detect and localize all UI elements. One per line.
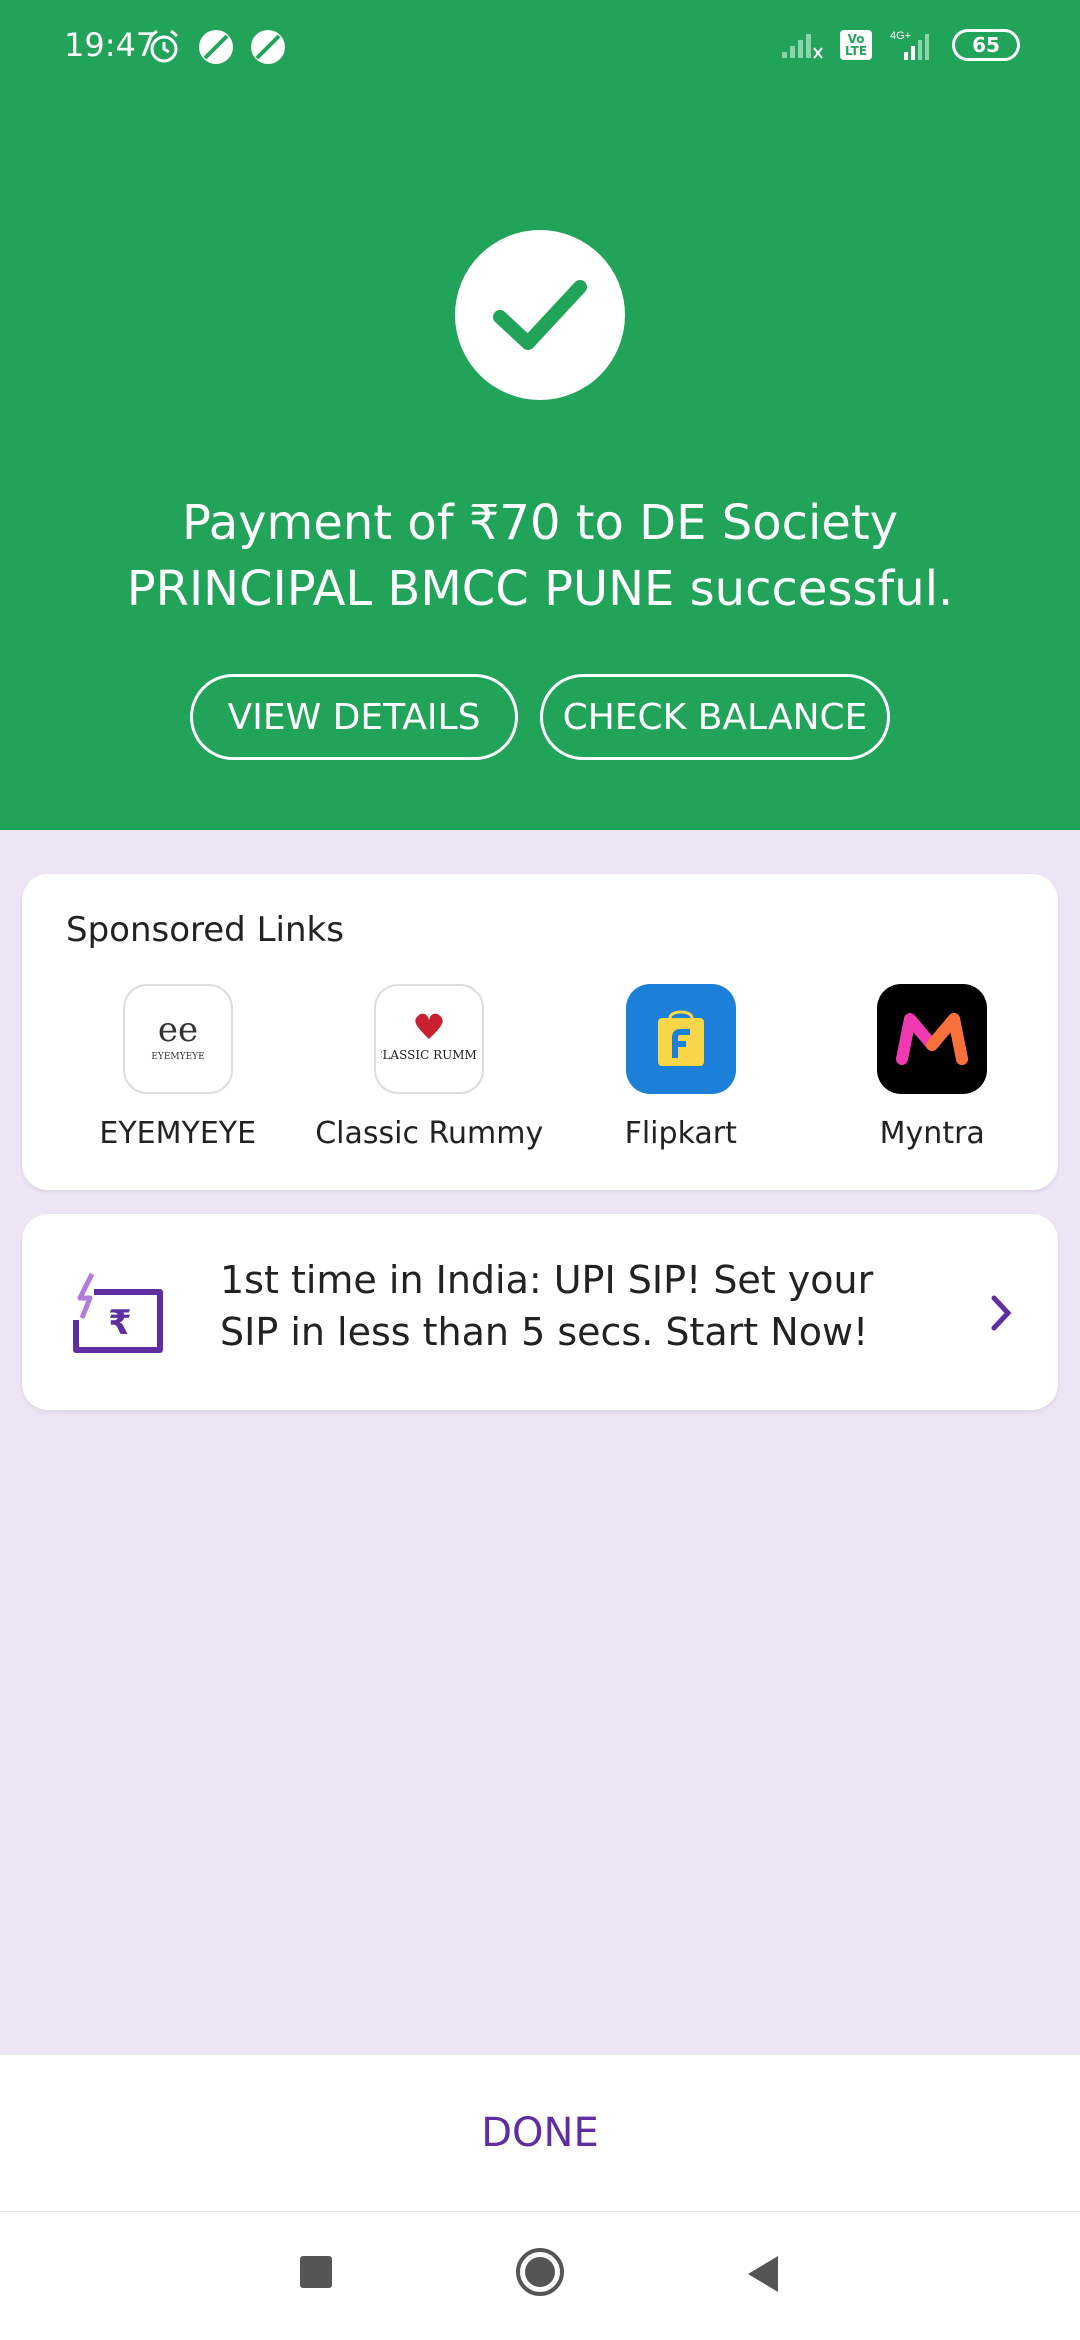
status-time: 19:47 bbox=[64, 26, 157, 64]
payment-success-message: Payment of ₹70 to DE Society PRINCIPAL B… bbox=[126, 495, 954, 617]
sponsor-classic-rummy[interactable]: CLASSIC RUMMY Classic Rummy bbox=[304, 984, 556, 1151]
eyemyeye-logo-icon: ee EYEMYEYE bbox=[122, 984, 233, 1094]
sponsor-label: EYEMYEYE bbox=[99, 1116, 257, 1151]
svg-text:₹: ₹ bbox=[108, 1303, 132, 1343]
svg-text:CLASSIC RUMMY: CLASSIC RUMMY bbox=[381, 1048, 477, 1062]
app-icon bbox=[251, 30, 285, 64]
sponsored-links-card: Sponsored Links ee EYEMYEYE EYEMYEYE CLA… bbox=[22, 874, 1058, 1190]
svg-text:4G+: 4G+ bbox=[890, 30, 911, 42]
promo-text: 1st time in India: UPI SIP! Set your SIP… bbox=[220, 1258, 874, 1354]
battery-icon: 65 bbox=[952, 29, 1020, 61]
sponsor-flipkart[interactable]: Flipkart bbox=[555, 984, 807, 1151]
sponsor-label: Classic Rummy bbox=[315, 1116, 544, 1151]
alarm-icon bbox=[150, 29, 178, 63]
rupee-card-icon: ₹ bbox=[73, 1272, 163, 1353]
done-button[interactable]: DONE bbox=[481, 2110, 598, 2156]
sponsor-myntra[interactable]: Myntra bbox=[807, 984, 1059, 1151]
upi-sip-promo-card[interactable]: ₹ 1st time in India: UPI SIP! Set your S… bbox=[22, 1214, 1058, 1410]
view-details-button[interactable]: VIEW DETAILS bbox=[190, 674, 518, 760]
svg-text:ee: ee bbox=[158, 1010, 198, 1050]
home-icon[interactable] bbox=[514, 2246, 566, 2298]
myntra-logo-icon bbox=[877, 984, 988, 1094]
success-check-icon bbox=[455, 230, 625, 400]
check-balance-button[interactable]: CHECK BALANCE bbox=[540, 674, 890, 760]
flipkart-logo-icon bbox=[625, 984, 736, 1094]
signal-icon bbox=[782, 34, 823, 59]
payment-success-header: Payment of ₹70 to DE Society PRINCIPAL B… bbox=[0, 100, 1080, 830]
recents-icon[interactable] bbox=[300, 2256, 332, 2288]
sponsor-label: Myntra bbox=[879, 1116, 985, 1151]
app-icon bbox=[199, 30, 233, 64]
sponsored-links-title: Sponsored Links bbox=[66, 910, 344, 950]
signal-4g-icon: 4G+ bbox=[890, 30, 929, 60]
sponsor-eyemyeye[interactable]: ee EYEMYEYE EYEMYEYE bbox=[52, 984, 304, 1151]
navigation-bar bbox=[0, 2212, 1080, 2340]
done-bar: DONE bbox=[0, 2054, 1080, 2212]
status-bar: 19:47 Vo LTE 4G+ 65 bbox=[0, 0, 1080, 100]
sponsor-label: Flipkart bbox=[624, 1116, 737, 1151]
classic-rummy-logo-icon: CLASSIC RUMMY bbox=[374, 984, 485, 1094]
volte-icon: Vo LTE bbox=[840, 30, 872, 60]
battery-level: 65 bbox=[972, 33, 1000, 57]
back-icon[interactable] bbox=[742, 2252, 782, 2296]
chevron-right-icon bbox=[991, 1295, 1012, 1331]
svg-text:EYEMYEYE: EYEMYEYE bbox=[151, 1052, 204, 1062]
